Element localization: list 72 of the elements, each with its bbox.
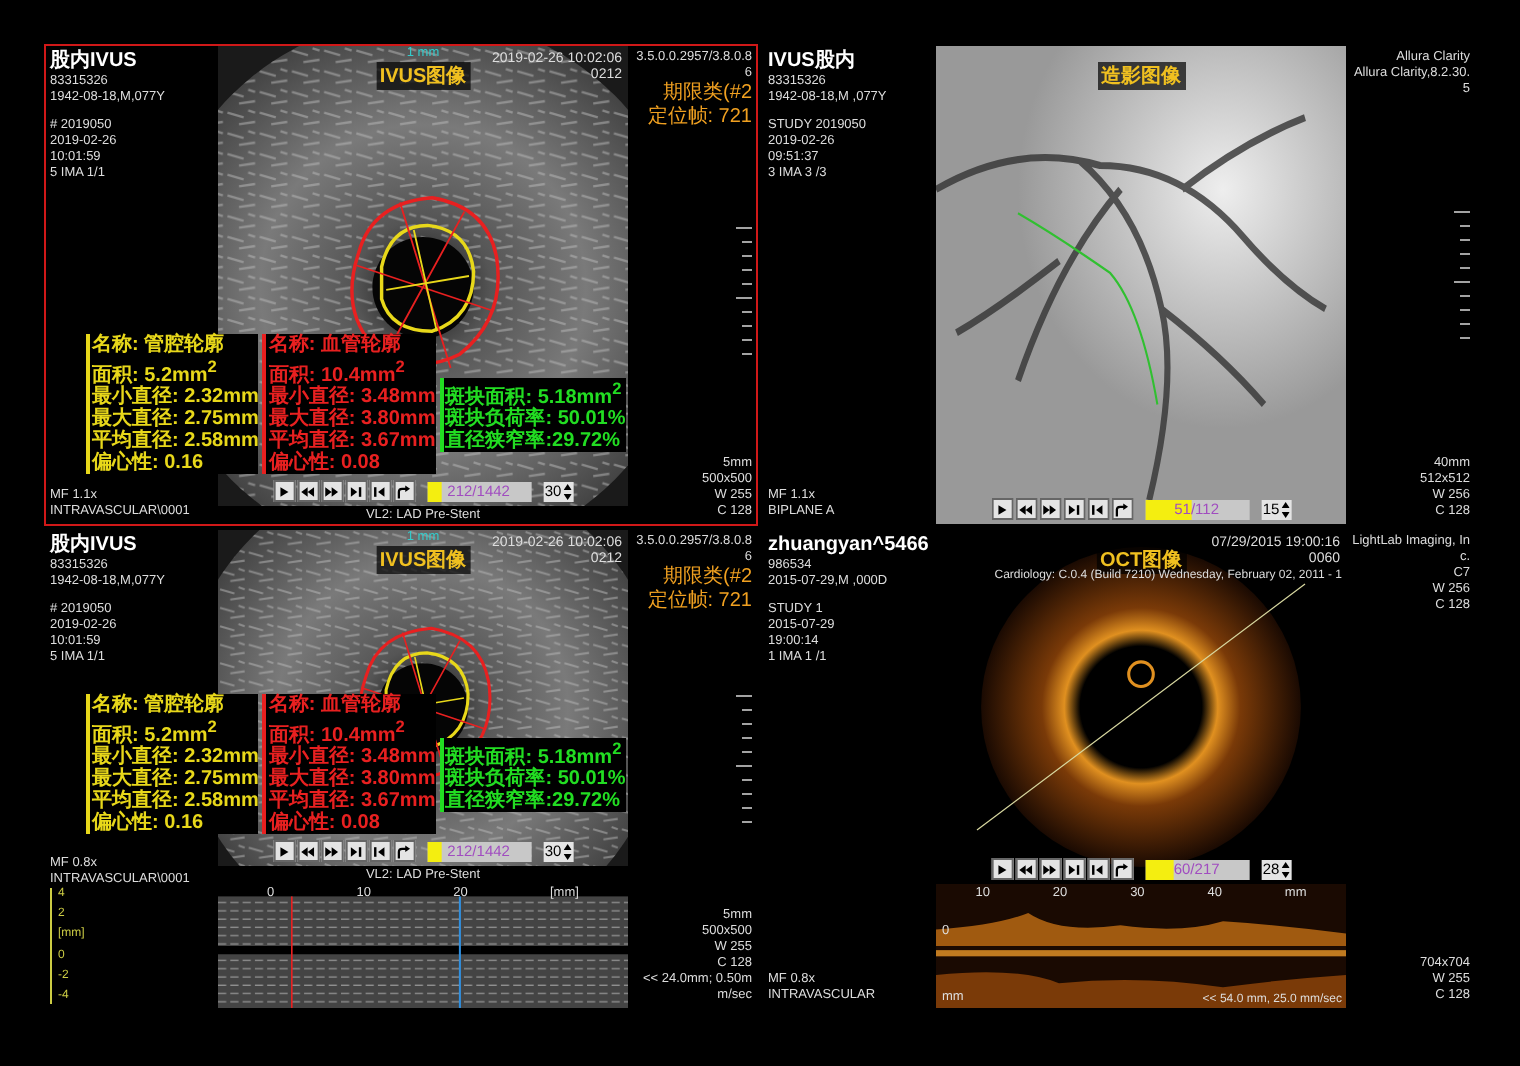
- image-viewport[interactable]: [762, 528, 1476, 1010]
- double-arrow-right-icon: [323, 483, 340, 499]
- step-back-icon: [371, 843, 388, 859]
- patient-name: 股内IVUS: [50, 50, 139, 74]
- play-icon: [993, 861, 1010, 877]
- forward-button[interactable]: [320, 840, 343, 862]
- forward-button[interactable]: [1038, 858, 1061, 880]
- frame-label: 期限类(#2: [661, 566, 752, 589]
- curved-arrow-icon: [1113, 501, 1130, 517]
- forward-button[interactable]: [320, 480, 343, 502]
- step-forward-icon: [347, 483, 364, 499]
- rewind-button[interactable]: [296, 840, 319, 862]
- loop-button[interactable]: [392, 480, 415, 502]
- double-arrow-right-icon: [1041, 501, 1058, 517]
- previous-frame-button[interactable]: [368, 840, 391, 862]
- double-arrow-right-icon: [1041, 861, 1058, 877]
- image-label: 造影图像: [1097, 62, 1185, 90]
- patient-name: 股内IVUS: [50, 534, 139, 558]
- measurement-text: 斑块面积: 5.18mm$^{2}$ 斑块负荷率: 50.01% 直径狭窄率:29.72%: [439, 737, 626, 812]
- image-label: IVUS图像: [375, 62, 471, 90]
- double-arrow-left-icon: [299, 483, 316, 499]
- rewind-button[interactable]: [1014, 498, 1037, 520]
- step-back-icon: [371, 483, 388, 499]
- play-icon: [275, 843, 292, 859]
- next-frame-button[interactable]: [1062, 858, 1085, 880]
- measurement-text: 名称: 管腔轮廓 面积: 5.2mm$^{2}$ 最小直径: 2.32mm 最大直径: 2.75mm 平均直径: 2.58mm 偏心性: 0.16: [86, 333, 259, 474]
- spinner-arrows-icon: [1281, 501, 1290, 517]
- previous-frame-button[interactable]: [368, 480, 391, 502]
- loop-button[interactable]: [392, 840, 415, 862]
- patient-name: IVUS股内: [768, 50, 857, 74]
- measurement-text: 斑块面积: 5.18mm$^{2}$ 斑块负荷率: 50.01% 直径狭窄率:29.72%: [439, 377, 626, 452]
- double-arrow-left-icon: [1017, 501, 1034, 517]
- next-frame-button[interactable]: [344, 840, 367, 862]
- patient-name: zhuangyan^5466: [768, 534, 931, 558]
- play-icon: [275, 483, 292, 499]
- double-arrow-left-icon: [1017, 861, 1034, 877]
- step-forward-icon: [1065, 861, 1082, 877]
- rewind-button[interactable]: [1014, 858, 1037, 880]
- frame-label: 定位帧: 721: [645, 106, 752, 130]
- curved-arrow-icon: [1113, 861, 1130, 877]
- play-button[interactable]: [990, 498, 1013, 520]
- step-back-icon: [1089, 501, 1106, 517]
- step-forward-icon: [347, 843, 364, 859]
- spinner-arrows-icon: [563, 843, 572, 859]
- forward-button[interactable]: [1038, 498, 1061, 520]
- curved-arrow-icon: [395, 483, 412, 499]
- play-button[interactable]: [990, 858, 1013, 880]
- play-icon: [993, 501, 1010, 517]
- measurement-text: 名称: 血管轮廓 面积: 10.4mm$^{2}$ 最小直径: 3.48mm 最大直径: 3.80mm 平均直径: 3.67mm 偏心性: 0.08: [262, 333, 436, 474]
- loop-button[interactable]: [1110, 858, 1133, 880]
- curved-arrow-icon: [395, 843, 412, 859]
- spinner-arrows-icon: [563, 483, 572, 499]
- rewind-button[interactable]: [296, 480, 319, 502]
- loop-button[interactable]: [1110, 498, 1133, 520]
- previous-frame-button[interactable]: [1086, 858, 1109, 880]
- play-button[interactable]: [272, 480, 295, 502]
- step-forward-icon: [1065, 501, 1082, 517]
- image-viewport[interactable]: [44, 528, 758, 1010]
- double-arrow-left-icon: [299, 843, 316, 859]
- next-frame-button[interactable]: [1062, 498, 1085, 520]
- next-frame-button[interactable]: [344, 480, 367, 502]
- measurement-text: 名称: 血管轮廓 面积: 10.4mm$^{2}$ 最小直径: 3.48mm 最大直径: 3.80mm 平均直径: 3.67mm 偏心性: 0.08: [262, 693, 436, 834]
- measurement-text: 名称: 管腔轮廓 面积: 5.2mm$^{2}$ 最小直径: 2.32mm 最大直径: 2.75mm 平均直径: 2.58mm 偏心性: 0.16: [86, 693, 259, 834]
- step-back-icon: [1089, 861, 1106, 877]
- frame-label: 定位帧: 721: [645, 590, 752, 614]
- image-label: IVUS图像: [375, 546, 471, 574]
- frame-label: 期限类(#2: [661, 82, 752, 105]
- play-button[interactable]: [272, 840, 295, 862]
- previous-frame-button[interactable]: [1086, 498, 1109, 520]
- image-viewport[interactable]: [44, 44, 758, 526]
- double-arrow-right-icon: [323, 843, 340, 859]
- spinner-arrows-icon: [1281, 861, 1290, 877]
